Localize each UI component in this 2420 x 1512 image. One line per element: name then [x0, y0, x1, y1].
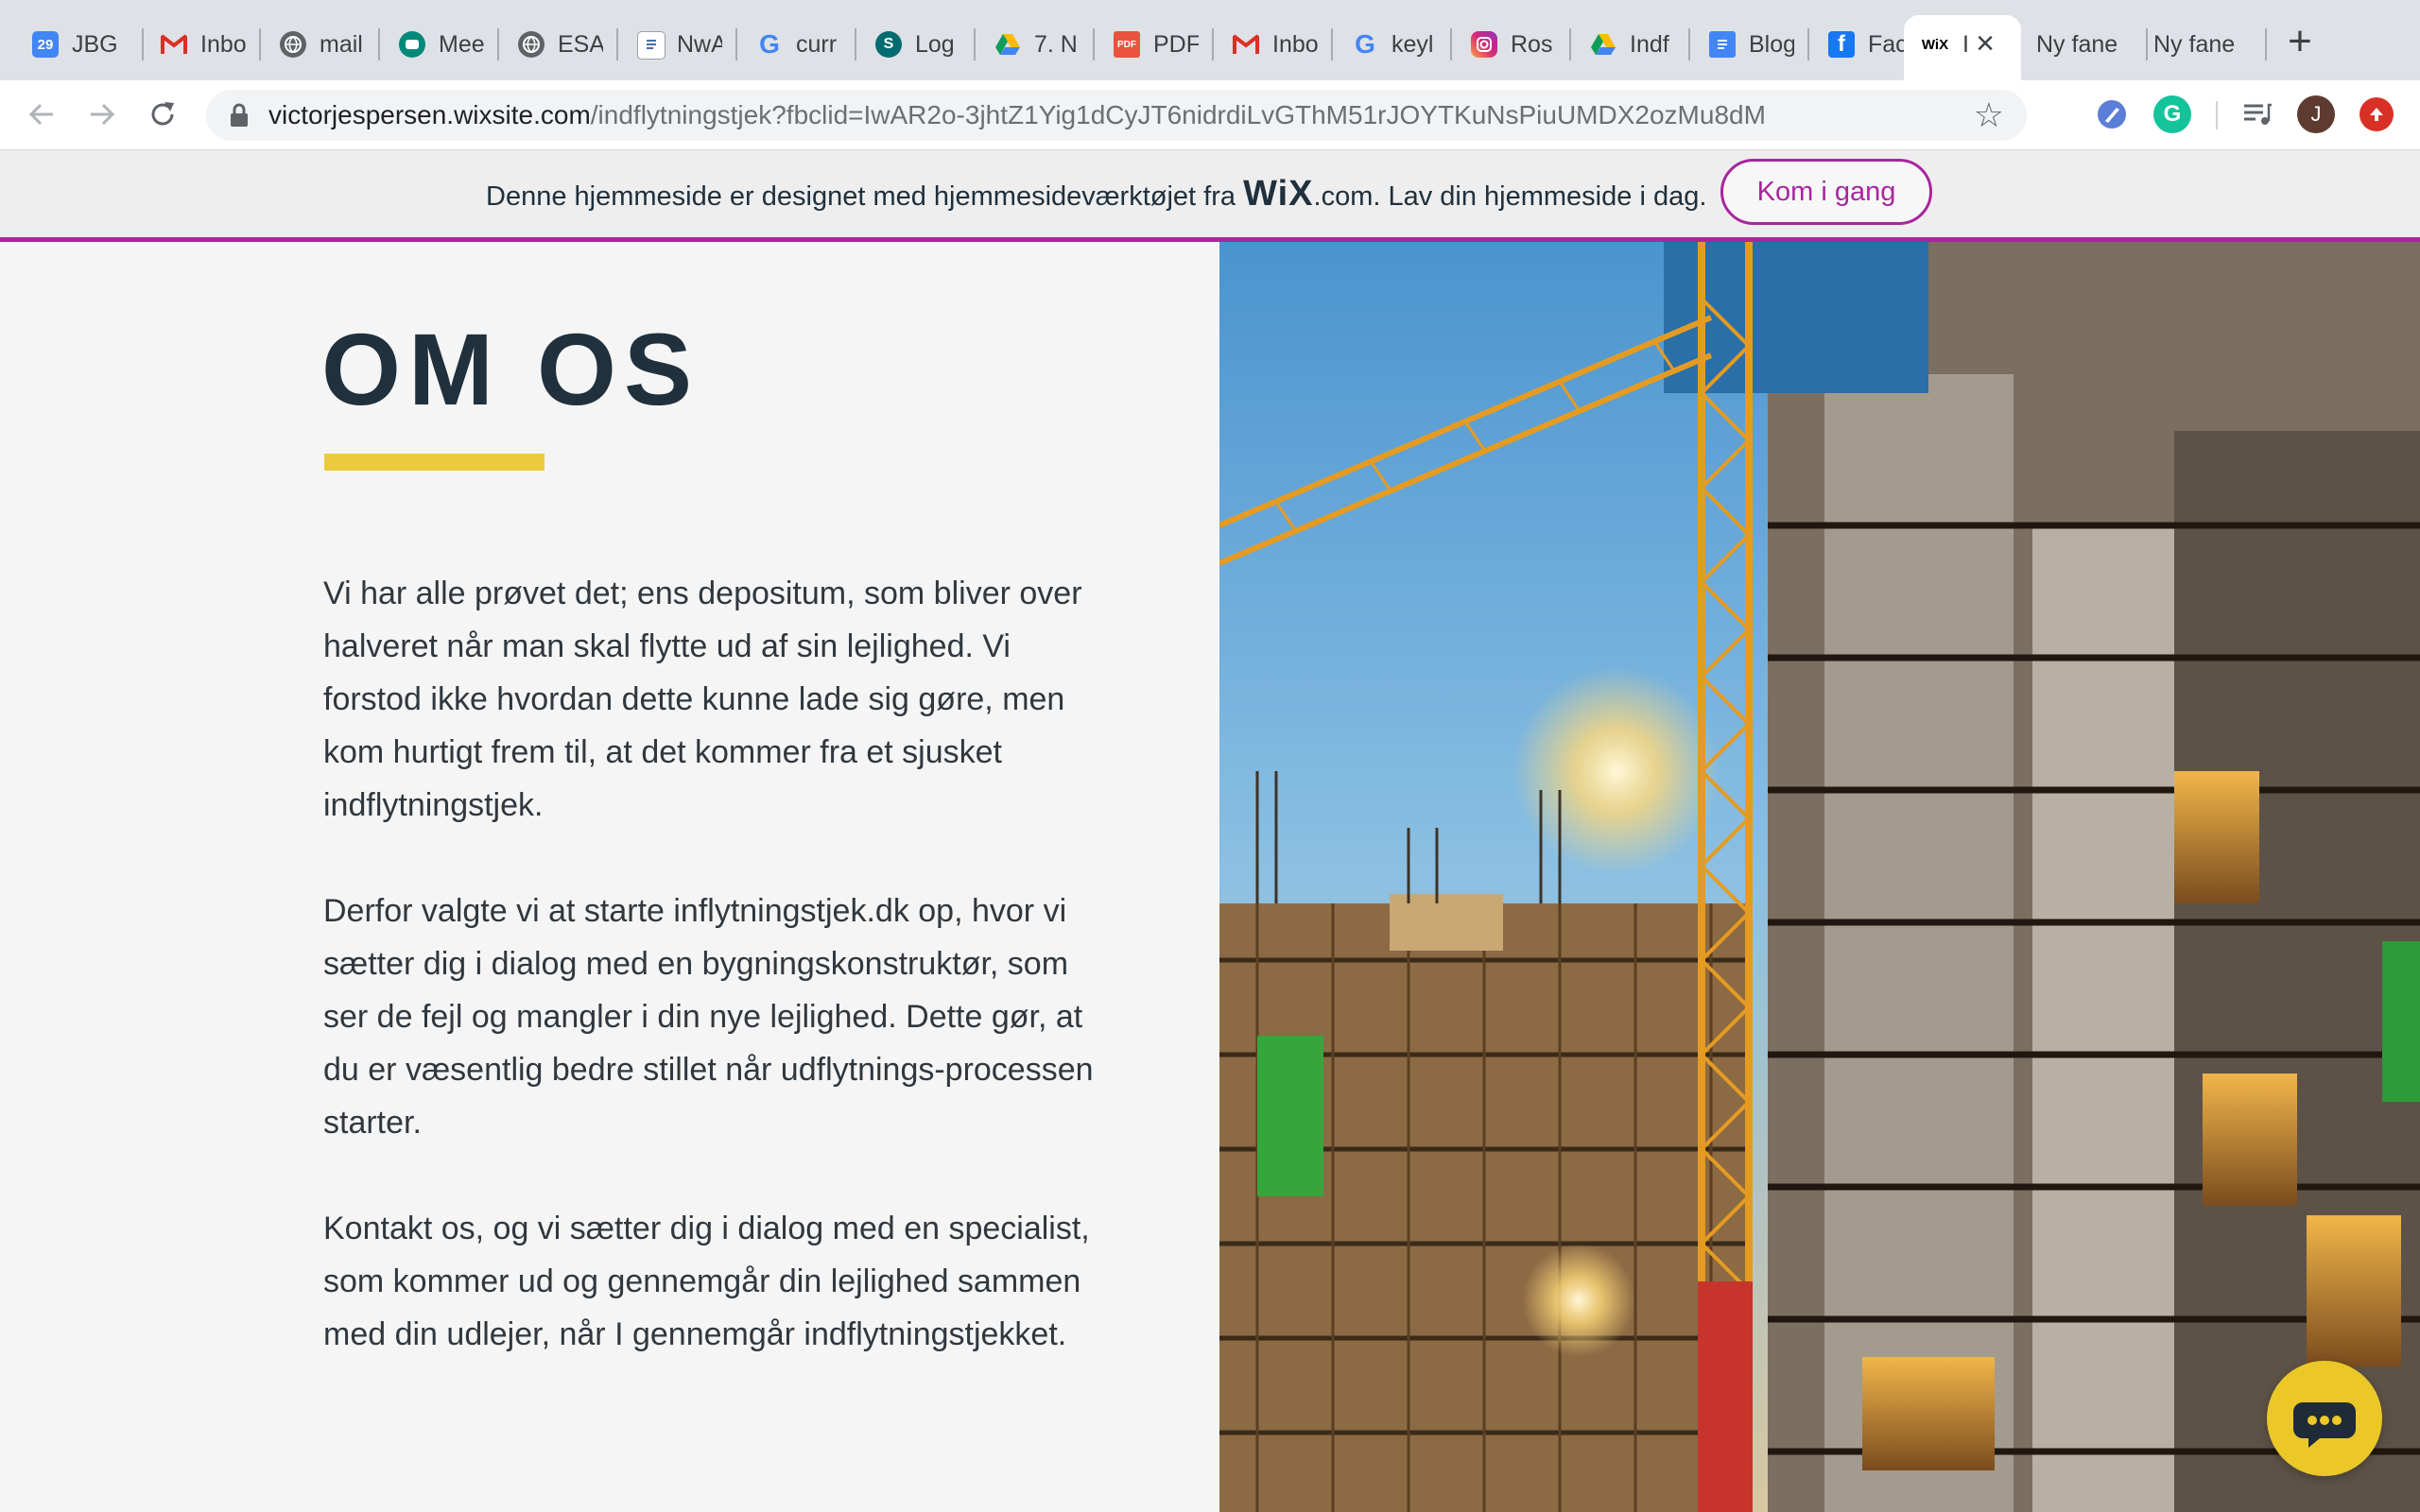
wix-banner: Denne hjemmeside er designet med hjemmes…	[0, 150, 2420, 242]
arrow-left-icon	[28, 103, 53, 126]
wix-banner-text: Denne hjemmeside er designet med hjemmes…	[486, 150, 1706, 240]
wix-logo[interactable]: WiX	[1243, 174, 1313, 214]
tab-blog[interactable]: Blog	[1677, 15, 1809, 74]
tab-label: Inbo	[1272, 31, 1318, 58]
reload-icon	[151, 102, 174, 126]
tab-pdf[interactable]: PDF PDF	[1081, 15, 1214, 74]
url-text: victorjespersen.wixsite.com/indflytnings…	[268, 90, 1766, 141]
tab-label: PDF	[1153, 31, 1199, 58]
tab-label: curr	[796, 31, 838, 58]
grammarly-icon[interactable]: G	[2153, 95, 2191, 133]
tab-google-keyl[interactable]: G keyl	[1320, 15, 1452, 74]
tab-label: Mee	[439, 31, 484, 58]
browser-toolbar: victorjespersen.wixsite.com/indflytnings…	[0, 80, 2420, 150]
wix-banner-text-before: Denne hjemmeside er designet med hjemmes…	[486, 181, 1244, 212]
tab-label: NwA	[677, 31, 722, 58]
drive-icon	[1590, 31, 1616, 58]
tab-drive-7[interactable]: 7. N	[962, 15, 1095, 74]
chat-bubble-icon	[2293, 1402, 2356, 1448]
address-bar[interactable]: victorjespersen.wixsite.com/indflytnings…	[206, 90, 2027, 141]
star-icon[interactable]: ☆	[1974, 97, 2004, 133]
tab-gmail-2[interactable]: Inbo	[1201, 15, 1333, 74]
arrow-right-icon	[91, 103, 115, 126]
url-path: /indflytningstjek?fbclid=IwAR2o-3jhtZ1Yi…	[590, 100, 1766, 129]
tab-label: Ny fane	[2036, 31, 2118, 58]
tab-label: Ny fane	[2153, 31, 2236, 58]
tab-new-1[interactable]: Ny fane	[2021, 15, 2148, 74]
document-icon	[637, 31, 666, 60]
tab-active-wix[interactable]: WiX I ×	[1904, 15, 2021, 80]
tab-instagram[interactable]: Ros	[1439, 15, 1571, 74]
sharepoint-icon: S	[875, 31, 902, 58]
lock-icon	[231, 103, 248, 127]
media-control-icon[interactable]	[2238, 95, 2276, 133]
gmail-icon	[1233, 31, 1259, 58]
facebook-icon: f	[1828, 31, 1855, 58]
tab-gmail[interactable]: Inbo	[129, 15, 261, 74]
tab-label: Face	[1868, 31, 1906, 58]
tab-facebook[interactable]: f Face	[1796, 15, 1910, 74]
tab-label: I	[1962, 31, 1969, 58]
tab-label: Blog	[1749, 31, 1794, 58]
instagram-icon	[1471, 31, 1497, 58]
title-accent-bar	[324, 454, 544, 471]
tab-esa[interactable]: ESA	[486, 15, 618, 74]
wix-banner-text-after: .com. Lav din hjemmeside i dag.	[1313, 181, 1707, 212]
forward-button[interactable]	[79, 92, 125, 137]
docs-icon	[1709, 31, 1736, 58]
tab-meet[interactable]: Mee	[367, 15, 499, 74]
tab-label: JBG	[72, 31, 118, 58]
wix-icon: WiX	[1921, 36, 1949, 53]
about-paragraph-1: Vi har alle prøvet det; ens depositum, s…	[323, 576, 1082, 823]
globe-icon	[518, 31, 544, 58]
google-icon: G	[759, 29, 780, 59]
get-started-button[interactable]: Kom i gang	[1720, 159, 1932, 225]
pdf-icon: PDF	[1114, 31, 1140, 58]
back-button[interactable]	[19, 92, 64, 137]
tab-separator	[2265, 28, 2267, 60]
about-section: OM OS Vi har alle prøvet det; ens deposi…	[0, 242, 1219, 1512]
rocket-extension-icon[interactable]	[2093, 95, 2131, 133]
gmail-icon	[161, 31, 187, 58]
tab-label: keyl	[1392, 31, 1434, 58]
page-title: OM OS	[321, 312, 700, 426]
calendar-icon: 29	[32, 31, 59, 58]
google-icon: G	[1355, 29, 1375, 59]
globe-icon	[280, 31, 306, 58]
tab-nwa[interactable]: NwA	[605, 15, 737, 74]
tab-new-2[interactable]: Ny fane	[2140, 15, 2267, 74]
construction-site-image	[1219, 242, 2420, 1512]
url-host: victorjespersen.wixsite.com	[268, 100, 591, 129]
tab-label: ESA	[558, 31, 603, 58]
meet-icon	[399, 31, 425, 58]
tab-strip: 29 JBG Inbo mail Mee ESA NwA G curr S Lo…	[0, 0, 2420, 80]
tab-label: Ros	[1511, 31, 1553, 58]
tab-google-curr[interactable]: G curr	[724, 15, 856, 74]
reload-button[interactable]	[140, 92, 185, 137]
tab-calendar[interactable]: 29 JBG	[0, 15, 144, 74]
tab-label: Log	[915, 31, 955, 58]
avatar[interactable]: J	[2297, 95, 2335, 133]
tab-label: mail	[320, 31, 363, 58]
tab-label: Indf	[1630, 31, 1669, 58]
new-tab-button[interactable]: +	[2276, 19, 2324, 66]
drive-icon	[994, 31, 1021, 58]
toolbar-divider	[2216, 101, 2218, 129]
tab-drive-indf[interactable]: Indf	[1558, 15, 1690, 74]
about-paragraph-2: Derfor valgte vi at starte inflytningstj…	[323, 893, 1094, 1141]
close-icon[interactable]: ×	[1976, 26, 1995, 60]
tab-log[interactable]: S Log	[843, 15, 976, 74]
tab-mail[interactable]: mail	[248, 15, 380, 74]
chat-button[interactable]	[2267, 1361, 2382, 1476]
update-icon[interactable]	[2360, 97, 2394, 131]
about-paragraph-3: Kontakt os, og vi sætter dig i dialog me…	[323, 1211, 1090, 1352]
tab-label: Inbo	[200, 31, 246, 58]
tab-label: 7. N	[1034, 31, 1078, 58]
